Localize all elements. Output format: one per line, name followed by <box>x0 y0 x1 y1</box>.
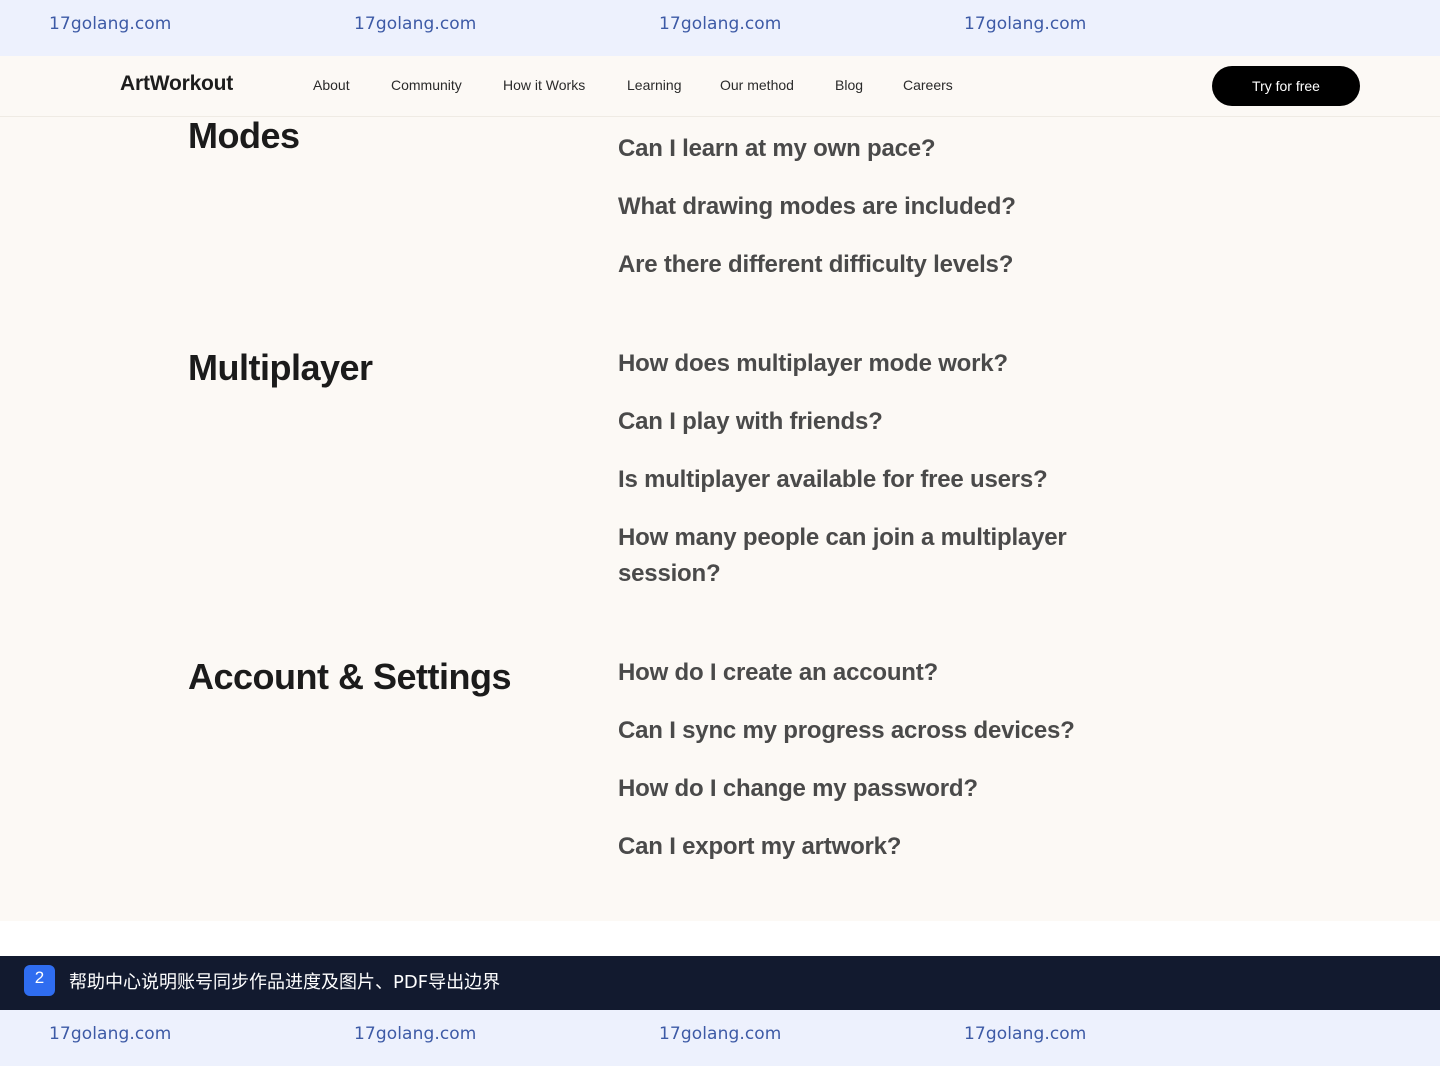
site-header: ArtWorkout About Community How it Works … <box>0 56 1440 117</box>
nav-link-blog[interactable]: Blog <box>835 77 863 93</box>
faq-question[interactable]: How does multiplayer mode work? <box>618 346 1088 382</box>
watermark-text: 17golang.com <box>659 14 782 34</box>
faq-question[interactable]: Are there different difficulty levels? <box>618 247 1088 283</box>
faq-question[interactable]: Is multiplayer available for free users? <box>618 462 1088 498</box>
nav-link-how-it-works[interactable]: How it Works <box>503 77 585 93</box>
nav-link-learning[interactable]: Learning <box>627 77 682 93</box>
faq-question[interactable]: Can I play with friends? <box>618 404 1088 440</box>
annotation-text: 帮助中心说明账号同步作品进度及图片、PDF导出边界 <box>69 972 501 993</box>
section-title-modes: Modes <box>188 117 300 156</box>
faq-question[interactable]: How many people can join a multiplayer s… <box>618 520 1088 592</box>
page-gap <box>0 921 1440 956</box>
watermark-text: 17golang.com <box>964 1024 1087 1044</box>
brand-logo[interactable]: ArtWorkout <box>120 72 233 96</box>
watermark-text: 17golang.com <box>49 14 172 34</box>
faq-question[interactable]: How do I create an account? <box>618 655 1088 691</box>
section-title-multiplayer: Multiplayer <box>188 347 373 388</box>
nav-link-our-method[interactable]: Our method <box>720 77 794 93</box>
watermark-text: 17golang.com <box>49 1024 172 1044</box>
section-title-account-settings: Account & Settings <box>188 656 512 697</box>
annotation-banner: 2 帮助中心说明账号同步作品进度及图片、PDF导出边界 <box>0 956 1440 1010</box>
faq-content: Modes Can I learn at my own pace? What d… <box>0 117 1440 921</box>
faq-question[interactable]: Can I learn at my own pace? <box>618 131 1088 167</box>
faq-question[interactable]: What drawing modes are included? <box>618 189 1088 225</box>
nav-link-about[interactable]: About <box>313 77 350 93</box>
nav-link-community[interactable]: Community <box>391 77 462 93</box>
faq-question[interactable]: Can I export my artwork? <box>618 829 1088 865</box>
watermark-text: 17golang.com <box>354 14 477 34</box>
step-number-badge: 2 <box>24 965 55 996</box>
watermark-text: 17golang.com <box>659 1024 782 1044</box>
watermark-text: 17golang.com <box>354 1024 477 1044</box>
watermark-text: 17golang.com <box>964 14 1087 34</box>
nav-link-careers[interactable]: Careers <box>903 77 953 93</box>
try-for-free-button[interactable]: Try for free <box>1212 66 1360 106</box>
watermark-bar-top: 17golang.com 17golang.com 17golang.com 1… <box>0 0 1440 56</box>
watermark-bar-bottom: 17golang.com 17golang.com 17golang.com 1… <box>0 1010 1440 1066</box>
faq-question[interactable]: Can I sync my progress across devices? <box>618 713 1088 749</box>
faq-question[interactable]: How do I change my password? <box>618 771 1088 807</box>
